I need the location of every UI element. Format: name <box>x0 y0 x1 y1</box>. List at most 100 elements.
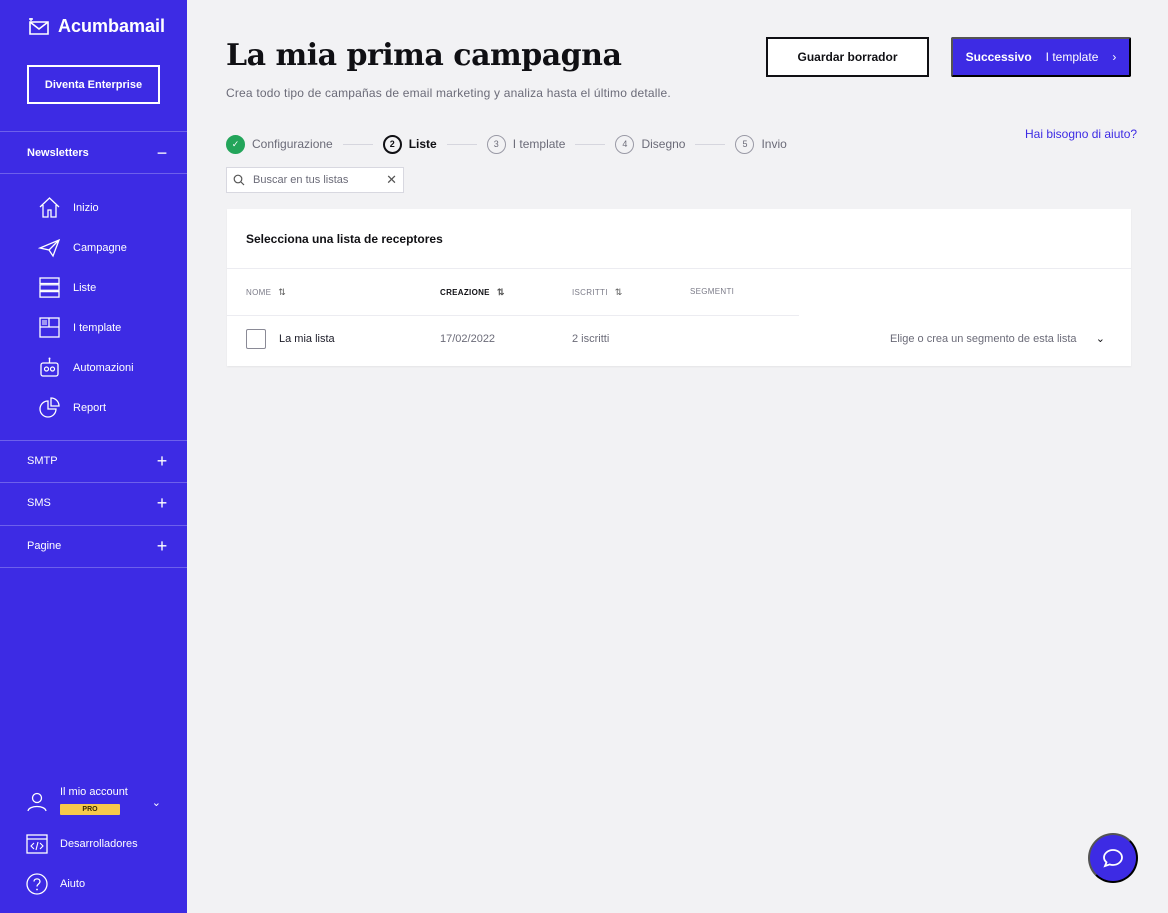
step-number: 5 <box>735 134 755 154</box>
step-configurazione[interactable]: ✓ Configurazione <box>226 134 333 154</box>
column-label: CREAZIONE <box>440 288 490 297</box>
column-header-created[interactable]: CREAZIONE ⇅ <box>440 287 505 298</box>
expand-icon[interactable]: + <box>155 452 169 470</box>
help-icon <box>26 873 48 895</box>
sidebar-item-label: Automazioni <box>73 361 134 374</box>
section-label: SMTP <box>27 455 58 467</box>
collapse-icon[interactable]: − <box>155 144 169 162</box>
sidebar-item-report[interactable]: Report <box>38 396 106 419</box>
expand-icon[interactable]: + <box>155 494 169 512</box>
sidebar-item-developers[interactable]: Desarrolladores <box>26 833 138 855</box>
section-sms[interactable]: SMS + <box>27 494 169 512</box>
divider <box>0 525 187 526</box>
column-header-subscribers[interactable]: ISCRITTI ⇅ <box>572 287 623 298</box>
step-number: 2 <box>382 134 402 154</box>
mail-logo-icon <box>29 17 49 35</box>
row-checkbox[interactable] <box>246 329 266 349</box>
divider <box>0 440 187 441</box>
sidebar-item-campagne[interactable]: Campagne <box>38 236 127 259</box>
page-title: La mia prima campagna <box>226 38 622 73</box>
home-icon <box>39 197 60 218</box>
section-newsletters[interactable]: Newsletters − <box>27 144 169 162</box>
list-search: ✕ <box>226 167 404 193</box>
help-link[interactable]: Hai bisogno di aiuto? <box>1025 127 1137 141</box>
chevron-down-icon[interactable]: ⌄ <box>152 796 161 809</box>
account-menu[interactable]: Il mio account PRO ⌄ <box>26 786 161 816</box>
chevron-down-icon: ⌄ <box>1095 333 1105 345</box>
close-icon[interactable]: ✕ <box>386 172 397 188</box>
sidebar-item-label: Report <box>73 401 107 414</box>
sidebar-item-inizio[interactable]: Inizio <box>38 196 99 219</box>
sort-icon: ⇅ <box>614 287 623 297</box>
section-pagine[interactable]: Pagine + <box>27 537 169 555</box>
section-label: SMS <box>27 497 51 509</box>
step-invio[interactable]: 5 Invio <box>735 134 787 154</box>
brand-logo[interactable]: Acumbamail <box>28 16 165 37</box>
chat-button[interactable] <box>1088 833 1138 883</box>
search-icon <box>233 174 245 186</box>
column-label: SEGMENTI <box>690 287 735 296</box>
campaign-stepper: ✓ Configurazione 2 Liste 3 I template 4 … <box>226 133 787 155</box>
sidebar-item-automazioni[interactable]: Automazioni <box>38 356 134 379</box>
chat-bubble-icon <box>1103 849 1123 868</box>
divider <box>0 173 187 174</box>
step-label: Liste <box>408 137 437 151</box>
divider <box>0 567 187 568</box>
column-label: NOME <box>246 288 272 297</box>
section-smtp[interactable]: SMTP + <box>27 452 169 470</box>
list-icon <box>39 277 60 298</box>
step-liste[interactable]: 2 Liste <box>382 134 437 154</box>
code-icon <box>26 834 48 854</box>
sidebar-item-help[interactable]: Aiuto <box>26 873 85 895</box>
sort-icon: ⇅ <box>278 287 287 297</box>
sidebar-item-label: Liste <box>73 281 97 294</box>
sidebar-item-label: Aiuto <box>60 878 86 890</box>
chevron-right-icon: › <box>1112 50 1117 64</box>
template-icon <box>39 317 60 338</box>
sidebar-item-label: Desarrolladores <box>60 838 138 850</box>
expand-icon[interactable]: + <box>155 537 169 555</box>
enterprise-button[interactable]: Diventa Enterprise <box>27 65 160 104</box>
step-number: 4 <box>615 134 635 154</box>
sidebar-item-liste[interactable]: Liste <box>38 276 96 299</box>
divider <box>227 268 1131 269</box>
account-label: Il mio account <box>60 786 128 798</box>
step-number: 3 <box>486 134 506 154</box>
divider <box>0 131 187 132</box>
divider <box>227 315 799 316</box>
step-label: Disegno <box>641 137 686 151</box>
list-created-date: 17/02/2022 <box>440 333 496 345</box>
step-label: Invio <box>761 137 787 151</box>
column-header-name[interactable]: NOME ⇅ <box>246 287 286 298</box>
section-label: Newsletters <box>27 147 89 159</box>
list-subscribers: 2 iscritti <box>572 333 610 345</box>
segment-select[interactable]: Elige o crea un segmento de esta lista ⌄ <box>890 332 1105 346</box>
user-icon <box>27 792 47 812</box>
robot-icon <box>40 357 59 377</box>
page-subtitle: Crea todo tipo de campañas de email mark… <box>226 86 671 100</box>
next-button-bold: Successivo <box>965 50 1032 64</box>
sidebar: Acumbamail Diventa Enterprise Newsletter… <box>0 0 187 913</box>
step-connector <box>342 143 373 145</box>
brand-name: Acumbamail <box>58 16 166 36</box>
paper-plane-icon <box>38 238 61 258</box>
step-connector <box>575 143 606 145</box>
section-label: Pagine <box>27 540 62 552</box>
next-step-button[interactable]: Successivo I template › <box>951 37 1131 77</box>
divider <box>0 482 187 483</box>
search-input[interactable] <box>253 174 379 186</box>
column-header-segments: SEGMENTI <box>690 287 734 296</box>
list-name: La mia lista <box>279 333 335 345</box>
next-button-label: I template <box>1045 50 1099 64</box>
column-label: ISCRITTI <box>572 288 608 297</box>
chart-icon <box>39 397 60 418</box>
check-icon: ✓ <box>226 134 245 154</box>
step-disegno[interactable]: 4 Disegno <box>615 134 686 154</box>
card-title: Selecciona una lista de receptores <box>246 232 443 246</box>
segment-placeholder: Elige o crea un segmento de esta lista <box>890 332 1077 345</box>
step-label: I template <box>512 137 566 151</box>
sidebar-item-template[interactable]: I template <box>38 316 121 339</box>
sidebar-item-label: I template <box>73 321 122 334</box>
step-template[interactable]: 3 I template <box>486 134 566 154</box>
save-draft-button[interactable]: Guardar borrador <box>766 37 929 77</box>
